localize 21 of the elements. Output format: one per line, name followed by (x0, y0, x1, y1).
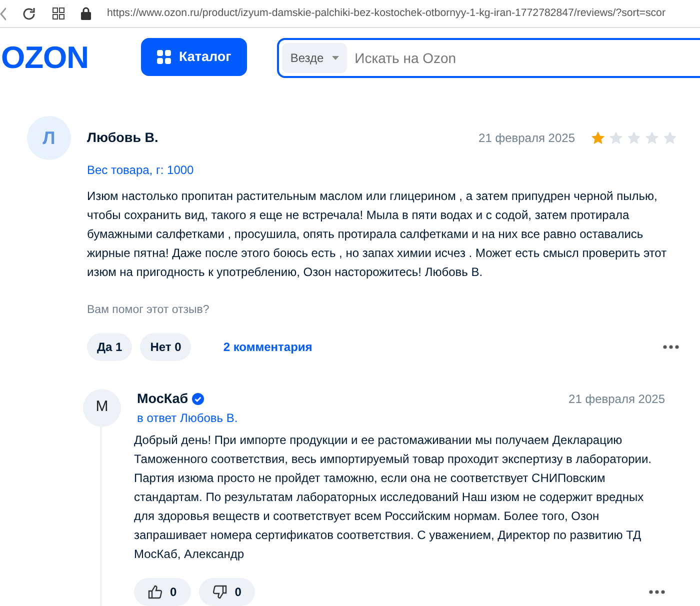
avatar: М (83, 388, 121, 426)
scope-dropdown[interactable]: Везде (282, 43, 347, 73)
comments-link[interactable]: 2 комментария (223, 338, 312, 356)
like-button[interactable]: 0 (134, 578, 191, 606)
product-option: Вес товара, г: 1000 (87, 161, 677, 180)
reply-date: 21 февраля 2025 (568, 390, 665, 408)
author-name: Любовь В. (87, 129, 158, 147)
dislike-button[interactable]: 0 (198, 578, 256, 606)
no-button[interactable]: Нет 0 (140, 332, 192, 360)
author-name: МосКаб (137, 390, 188, 408)
url-text[interactable]: https://www.ozon.ru/product/izyum-damskie-palchiki-bez-kostochek-otbornyy-1-kg-iran-1772782847/reviews/?sort=scor (107, 6, 666, 22)
catalog-button[interactable]: Каталог (141, 38, 248, 76)
helpful-question: Вам помог этот отзыв? (87, 303, 210, 318)
logo[interactable]: OZON (1, 42, 125, 73)
search-field[interactable]: Везде Искать на Ozon (277, 38, 700, 78)
avatar: Л (27, 116, 71, 160)
yes-button[interactable]: Да 1 (87, 332, 132, 360)
reply-text: Добрый день! При импорте продукции и ее растомаживании мы получаем Декларацию Таможенного соответствия, весь импортируемый товар проходит экспертизу в лаборатории. Партия изюма просто не пройдет таможню, если она не соответствует СНИПовским стандартам. По результатам лабораторных исследований Наш изюм не содержит вредных для здоровья веществ и соответствует всем Российским нормам. Более того, Озон запрашивает номера сертификатов соответствия. С уважением, Директор по развитию ТД МосКаб, Александр (134, 432, 652, 563)
review-text: Изюм настолько пропитан растительным маслом или глицерином , а затем припудрен черной пылью, чтобы сохранить вид, такого я еще не встречала! Мыла в пяти водах и с содой, затем протирала бумажными салфетками , просушила, опять протирала салфетками и на них все равно оставались жирные пятна! Даже после этого боюсь есть , но запах химии исчез . Может есть смысл проверить этот изюм на пригодность к употреблению, Озон насторожитесь! Любовь В. (87, 188, 668, 282)
review-date: 21 февраля 2025 (478, 130, 575, 148)
reply-to-link[interactable]: в ответ Любовь В. (137, 408, 665, 427)
